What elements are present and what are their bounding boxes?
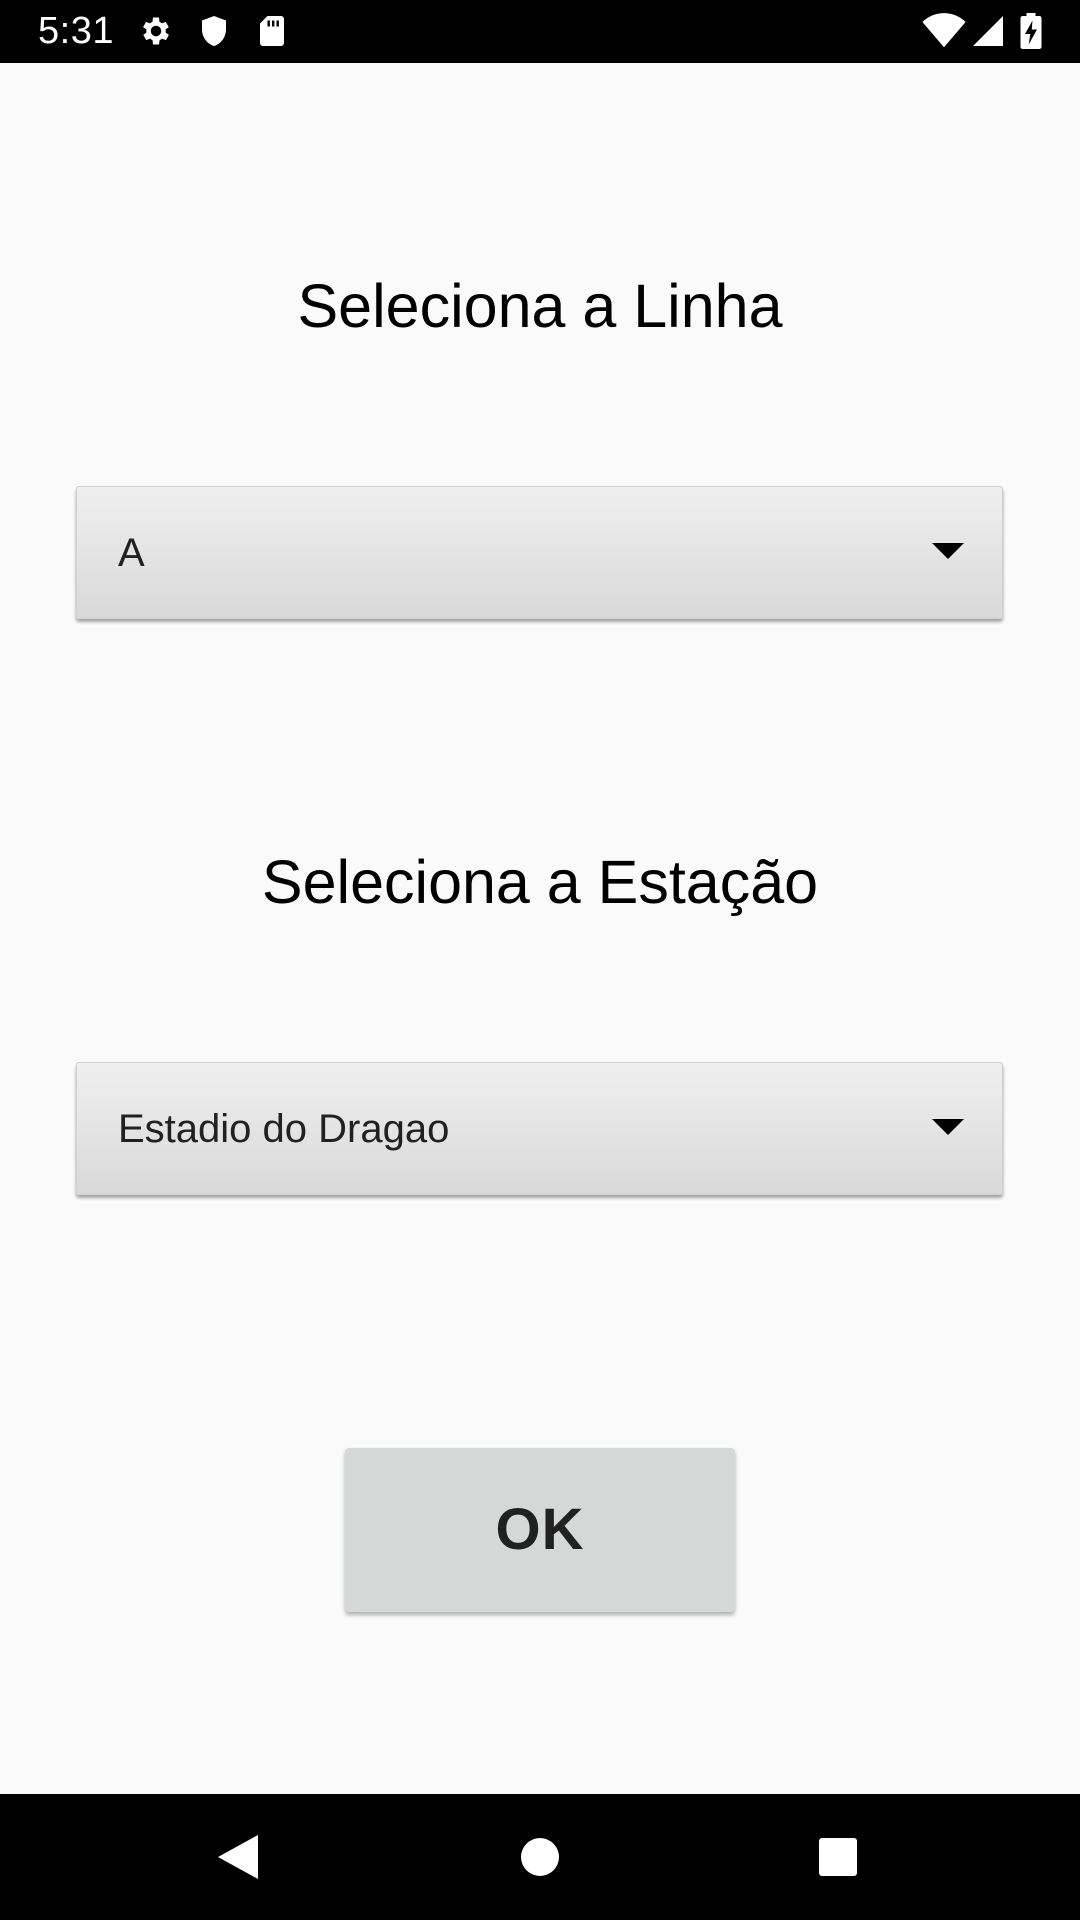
shield-icon <box>196 13 232 49</box>
app-screen: 5:31 Seleciona a Linha A Seleciona a Est… <box>0 0 1080 1920</box>
navigation-bar <box>0 1794 1080 1920</box>
ok-button[interactable]: OK <box>345 1448 735 1612</box>
dropdown-arrow-icon <box>930 540 966 562</box>
dropdown-arrow-icon <box>930 1116 966 1138</box>
wifi-icon <box>922 13 966 49</box>
signal-icon <box>970 13 1006 49</box>
sd-card-icon <box>254 13 290 49</box>
line-title: Seleciona a Linha <box>297 272 783 340</box>
line-dropdown[interactable]: A <box>76 486 1003 619</box>
back-icon[interactable] <box>208 1827 268 1887</box>
recents-icon[interactable] <box>808 1827 868 1887</box>
station-dropdown[interactable]: Estadio do Dragao <box>76 1062 1003 1195</box>
line-dropdown-value: A <box>118 531 145 575</box>
station-dropdown-value: Estadio do Dragao <box>118 1107 450 1151</box>
status-time: 5:31 <box>38 10 114 52</box>
battery-icon <box>1018 13 1044 49</box>
gear-icon <box>138 13 174 49</box>
home-icon[interactable] <box>510 1827 570 1887</box>
station-title: Seleciona a Estação <box>261 848 819 916</box>
status-bar: 5:31 <box>0 0 1080 63</box>
